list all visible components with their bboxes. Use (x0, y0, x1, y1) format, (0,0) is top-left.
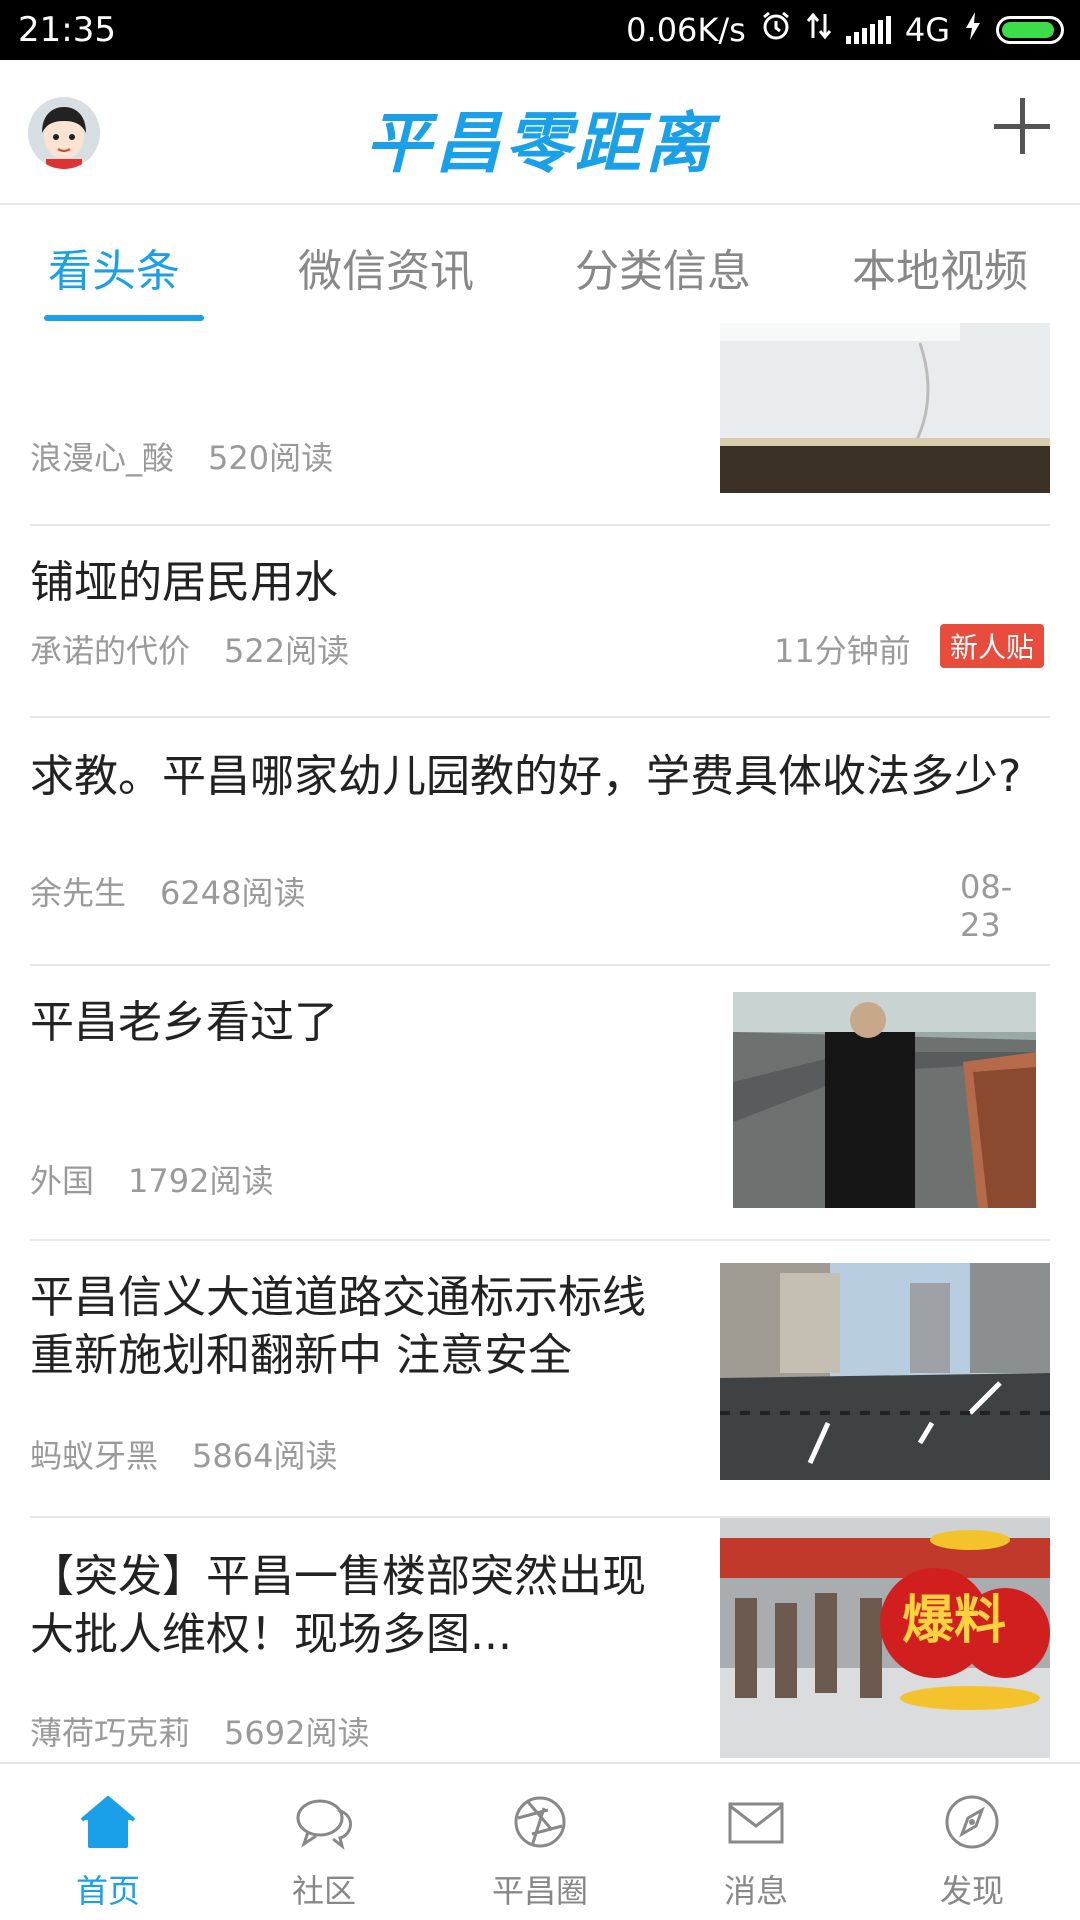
item-title: 铺垭的居民用水 (30, 557, 338, 608)
network-type: 4G (904, 11, 950, 49)
chat-bubble-icon (294, 1792, 354, 1852)
list-item[interactable]: 【突发】平昌一售楼部突然出现大批人维权！现场多图... 薄荷巧克莉 5692阅读 … (30, 1518, 1050, 1762)
status-time: 21:35 (18, 10, 116, 50)
tab-bar: 看头条 微信资讯 分类信息 本地视频 (0, 205, 1080, 323)
nav-community-label: 社区 (291, 1872, 356, 1910)
app-logo: 平昌零距离 (365, 105, 715, 182)
tab-wechat-news[interactable]: 微信资讯 (298, 235, 474, 299)
home-icon (78, 1792, 138, 1852)
nav-home[interactable]: 首页 (0, 1764, 216, 1920)
city-road-photo (720, 1263, 1050, 1480)
envelope-icon (726, 1792, 786, 1852)
man-on-bridge-photo (733, 992, 1036, 1208)
nav-messages-label: 消息 (723, 1872, 788, 1910)
tab-classifieds[interactable]: 分类信息 (575, 235, 751, 299)
item-title: 平昌老乡看过了 (30, 997, 338, 1048)
aperture-icon (510, 1792, 570, 1852)
item-author: 承诺的代价 (30, 632, 191, 670)
bottom-navigation: 首页 社区 平昌圈 消息 发现 (0, 1762, 1080, 1920)
item-reads: 522阅读 (224, 632, 350, 670)
active-tab-indicator (44, 315, 204, 321)
list-item[interactable]: 求教。平昌哪家幼儿园教的好，学费具体收法多少? 余先生 6248阅读 08-23 (30, 718, 1050, 958)
list-item[interactable]: 浪漫心_酸 520阅读 (30, 323, 1050, 503)
item-reads: 6248阅读 (160, 874, 306, 912)
compass-icon (942, 1792, 1002, 1852)
item-meta: 外国 1792阅读 (30, 1156, 273, 1202)
nav-discover-label: 发现 (939, 1872, 1004, 1910)
status-right: 0.06K/s 4G (626, 8, 1064, 52)
nav-home-label: 首页 (75, 1872, 140, 1910)
nav-messages[interactable]: 消息 (648, 1764, 864, 1920)
item-author: 外国 (30, 1162, 95, 1200)
item-meta: 承诺的代价 522阅读 (30, 626, 349, 672)
item-author: 余先生 (30, 874, 127, 912)
item-reads: 5692阅读 (224, 1714, 370, 1752)
list-item[interactable]: 平昌老乡看过了 外国 1792阅读 (30, 966, 1050, 1236)
item-time: 11分钟前 (774, 632, 911, 670)
item-time: 08-23 (960, 868, 1013, 944)
battery-icon (996, 16, 1064, 44)
item-author: 蚂蚁牙黑 (30, 1437, 159, 1475)
list-item[interactable]: 铺垭的居民用水 承诺的代价 522阅读 11分钟前 新人贴 (30, 526, 1050, 716)
item-reads: 5864阅读 (192, 1437, 338, 1475)
data-transfer-icon (806, 10, 832, 50)
news-feed[interactable]: 浪漫心_酸 520阅读 铺垭的居民用水 承诺的代价 522阅读 11分钟前 新人贴 (0, 323, 1080, 1762)
item-title: 【突发】平昌一售楼部突然出现大批人维权！现场多图... (30, 1551, 646, 1660)
item-meta: 蚂蚁牙黑 5864阅读 (30, 1431, 337, 1477)
nav-circle[interactable]: 平昌圈 (432, 1764, 648, 1920)
list-item[interactable]: 平昌信义大道道路交通标示标线重新施划和翻新中 注意安全 蚂蚁牙黑 5864阅读 (30, 1241, 1050, 1516)
item-title: 平昌信义大道道路交通标示标线重新施划和翻新中 注意安全 (30, 1272, 646, 1381)
status-bar: 21:35 0.06K/s 4G (0, 0, 1080, 60)
item-author: 薄荷巧克莉 (30, 1714, 191, 1752)
item-meta: 余先生 6248阅读 (30, 868, 305, 914)
item-meta: 薄荷巧克莉 5692阅读 (30, 1708, 369, 1754)
plus-icon[interactable] (994, 98, 1050, 154)
screen: 21:35 0.06K/s 4G 平昌零距离 看头条 微信资讯 分类信息 本地视… (0, 0, 1080, 1920)
item-reads: 1792阅读 (128, 1162, 274, 1200)
item-meta: 浪漫心_酸 520阅读 (30, 433, 333, 479)
item-reads: 520阅读 (208, 439, 334, 477)
air-conditioner-photo (720, 323, 1050, 493)
crowd-protest-photo: 爆料 (720, 1518, 1050, 1758)
alarm-icon (760, 10, 792, 50)
status-badge: 新人贴 (940, 624, 1045, 668)
signal-icon (845, 16, 891, 44)
tab-headlines[interactable]: 看头条 (48, 235, 180, 299)
lightning-icon (964, 10, 982, 50)
item-author: 浪漫心_酸 (30, 439, 175, 477)
item-title: 求教。平昌哪家幼儿园教的好，学费具体收法多少? (30, 751, 1022, 802)
nav-circle-label: 平昌圈 (491, 1872, 588, 1910)
nav-community[interactable]: 社区 (216, 1764, 432, 1920)
tab-local-video[interactable]: 本地视频 (852, 235, 1028, 299)
net-speed: 0.06K/s (626, 11, 746, 49)
breaking-news-label: 爆料 (902, 1592, 1006, 1650)
app-header: 平昌零距离 (0, 60, 1080, 205)
nav-discover[interactable]: 发现 (864, 1764, 1080, 1920)
